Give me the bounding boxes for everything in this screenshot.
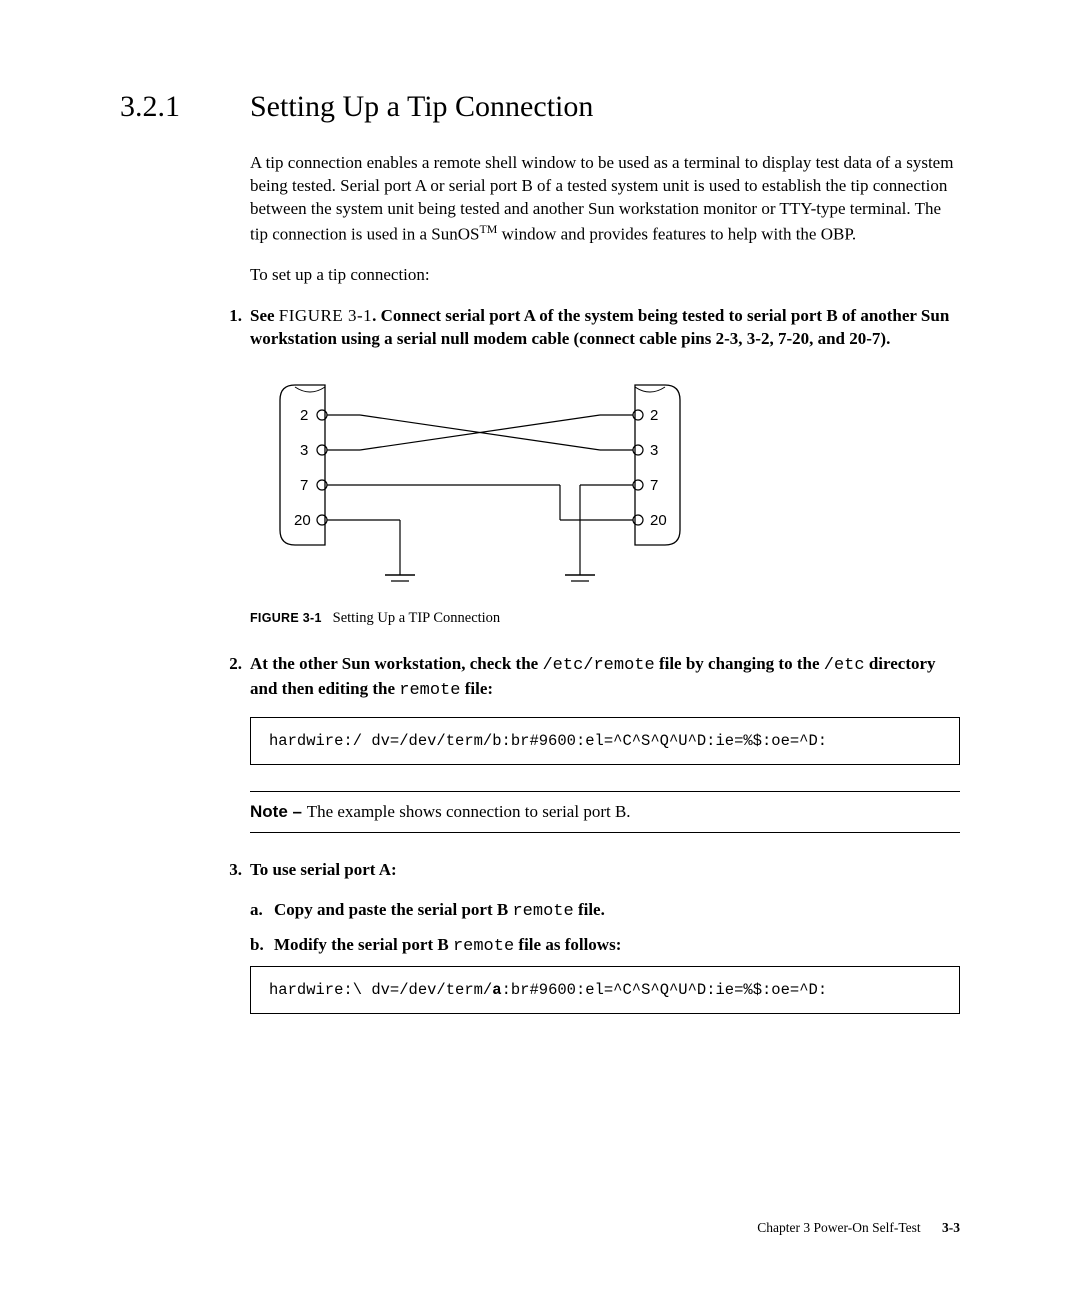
step-3a-letter: a.	[250, 896, 274, 925]
step-2-body: At the other Sun workstation, check the …	[250, 653, 960, 703]
intro-paragraph: A tip connection enables a remote shell …	[250, 152, 960, 246]
section-title: Setting Up a Tip Connection	[250, 90, 593, 124]
step-2-p2: file by changing to the	[655, 654, 824, 673]
step-3b-letter: b.	[250, 931, 274, 960]
note-text: The example shows connection to serial p…	[307, 802, 631, 821]
footer-page-number: 3-3	[942, 1220, 960, 1235]
pin-label-left-2: 2	[300, 407, 308, 424]
step-2-p4: file:	[460, 679, 493, 698]
step-1-number: 1.	[220, 305, 250, 351]
page-footer: Chapter 3 Power-On Self-Test 3-3	[757, 1220, 960, 1236]
section-number: 3.2.1	[120, 90, 250, 124]
trademark-superscript: TM	[479, 222, 497, 236]
step-2-code2: /etc	[824, 656, 865, 675]
pin-label-left-3: 3	[300, 442, 308, 459]
step-2-code1: /etc/remote	[542, 656, 654, 675]
step-1-body: See FIGURE 3-1. Connect serial port A of…	[250, 305, 960, 351]
step-3b-body: Modify the serial port B remote file as …	[274, 931, 621, 960]
code-block-2-pre: hardwire:\ dv=/dev/term/	[269, 981, 492, 999]
step-1-lead: See	[250, 306, 279, 325]
step-3a-body: Copy and paste the serial port B remote …	[274, 896, 605, 925]
step-1: 1. See FIGURE 3-1. Connect serial port A…	[220, 305, 960, 351]
step-3b: b. Modify the serial port B remote file …	[250, 931, 960, 960]
intro-text-b: window and provides features to help wit…	[497, 224, 856, 243]
pin-label-right-20: 20	[650, 512, 667, 529]
pin-label-left-7: 7	[300, 477, 308, 494]
pin-label-left-20: 20	[294, 512, 311, 529]
step-2-number: 2.	[220, 653, 250, 703]
code-block-1: hardwire:/ dv=/dev/term/b:br#9600:el=^C^…	[250, 717, 960, 765]
figure-3-1: 2 3 7 20 2 3 7 20	[250, 375, 960, 590]
step-2-code3: remote	[399, 681, 460, 700]
step-2-p1: At the other Sun workstation, check the	[250, 654, 542, 673]
null-modem-diagram: 2 3 7 20 2 3 7 20	[250, 375, 720, 585]
figure-caption-text: Setting Up a TIP Connection	[333, 610, 501, 626]
step-3-body: To use serial port A:	[250, 859, 960, 882]
step-3b-p2: file as follows:	[514, 935, 621, 954]
step-3a-p2: file.	[574, 900, 605, 919]
pin-label-right-3: 3	[650, 442, 658, 459]
figure-caption-label: FIGURE 3-1	[250, 611, 322, 625]
footer-chapter: Chapter 3 Power-On Self-Test	[757, 1220, 920, 1235]
step-3b-code: remote	[453, 937, 514, 956]
step-3a: a. Copy and paste the serial port B remo…	[250, 896, 960, 925]
code-block-1-text: hardwire:/ dv=/dev/term/b:br#9600:el=^C^…	[269, 732, 827, 750]
step-3b-p1: Modify the serial port B	[274, 935, 453, 954]
intro-lead: To set up a tip connection:	[250, 264, 960, 287]
step-2: 2. At the other Sun workstation, check t…	[220, 653, 960, 703]
step-3-number: 3.	[220, 859, 250, 882]
code-block-2-post: :br#9600:el=^C^S^Q^U^D:ie=%$:oe=^D:	[502, 981, 828, 999]
step-3a-code: remote	[512, 902, 573, 921]
note-label: Note –	[250, 802, 307, 821]
pin-label-right-7: 7	[650, 477, 658, 494]
figure-reference: FIGURE 3-1	[279, 306, 372, 325]
figure-caption: FIGURE 3-1 Setting Up a TIP Connection	[250, 610, 960, 627]
section-header: 3.2.1 Setting Up a Tip Connection	[120, 90, 960, 124]
step-3a-p1: Copy and paste the serial port B	[274, 900, 512, 919]
code-block-2: hardwire:\ dv=/dev/term/a:br#9600:el=^C^…	[250, 966, 960, 1014]
code-block-2-bold: a	[492, 981, 501, 999]
pin-label-right-2: 2	[650, 407, 658, 424]
note-box: Note – The example shows connection to s…	[250, 791, 960, 833]
step-3: 3. To use serial port A:	[220, 859, 960, 882]
